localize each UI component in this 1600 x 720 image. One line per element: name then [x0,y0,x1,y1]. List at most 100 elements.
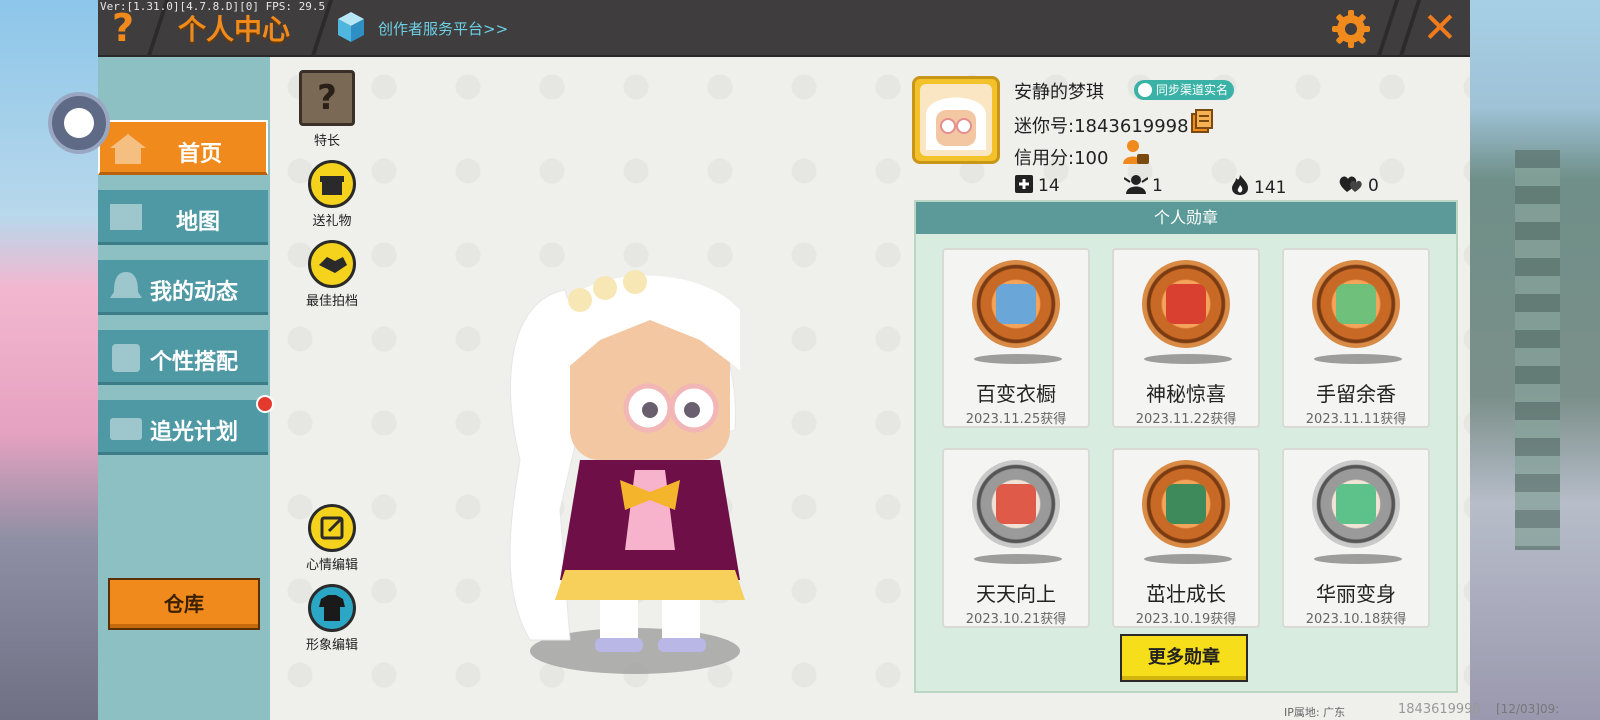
cube-icon[interactable] [336,10,366,44]
medal-badge-icon [1142,260,1230,348]
medal-emblem [1336,484,1376,524]
sync-realname-badge[interactable]: 同步渠道实名 [1134,80,1235,100]
medal-date: 2023.10.19获得 [1135,612,1237,627]
more-medals-button[interactable]: 更多勋章 [1120,634,1248,682]
copy-icon[interactable] [1190,108,1214,134]
creator-platform-link[interactable]: 创作者服务平台>> [378,18,508,39]
plus-square-icon [1015,175,1033,193]
gift-icon [308,160,356,208]
stat-posts: 14 [1014,174,1060,196]
medal-emblem [996,484,1036,524]
sidebar-item-map[interactable]: 地图 [98,190,268,245]
best-partner-button[interactable]: 最佳拍档 [297,240,367,309]
medal-name: 神秘惊喜 [1146,382,1226,406]
medal-emblem [1166,284,1206,324]
flame-icon [1232,175,1248,195]
warehouse-button[interactable]: 仓库 [108,578,260,630]
medal-card[interactable]: 天天向上 2023.10.21获得 [942,448,1090,628]
medal-card[interactable]: 神秘惊喜 2023.11.22获得 [1112,248,1260,428]
outfit-icon [112,344,140,372]
avatar-image [920,84,992,156]
medal-name: 茁壮成长 [1146,582,1226,606]
player-name: 安静的梦琪 [1014,82,1104,103]
sidebar-item-feed[interactable]: 我的动态 [98,260,268,315]
medal-card[interactable]: 华丽变身 2023.10.18获得 [1282,448,1430,628]
camera-icon [110,418,142,440]
medal-date: 2023.11.22获得 [1135,412,1237,427]
medal-name: 天天向上 [976,582,1056,606]
medal-emblem [1336,284,1376,324]
gear-icon[interactable] [1330,8,1372,50]
medal-card[interactable]: 百变衣橱 2023.11.25获得 [942,248,1090,428]
medal-date: 2023.10.21获得 [965,612,1067,627]
sidebar-item-label: 首页 [178,142,223,167]
background-train [1515,150,1560,550]
footer-player-id: 1843619998 [1398,702,1481,717]
map-icon [110,204,142,230]
divider [1398,0,1422,56]
mini-id: 迷你号:1843619998 [1014,116,1189,137]
close-button[interactable]: ✕ [1420,6,1460,50]
stat-popularity: 141 [1230,174,1286,198]
handshake-icon [308,240,356,288]
medal-name: 百变衣橱 [976,382,1056,406]
character-model[interactable] [470,260,760,670]
sidebar-item-label: 个性搭配 [150,350,239,375]
medal-badge-icon [972,460,1060,548]
shirt-icon [308,584,356,632]
medal-badge-icon [972,260,1060,348]
medal-badge-icon [1142,460,1230,548]
divider [1376,0,1400,56]
specialty-label: 特长 [313,134,340,149]
medal-pedestal [1144,354,1232,364]
medal-badge-icon [1312,260,1400,348]
page-title: 个人中心 [178,13,291,46]
medal-name: 手留余香 [1316,382,1396,406]
stat-value: 14 [1038,176,1060,196]
sidebar-item-outfit[interactable]: 个性搭配 [98,330,268,385]
stat-value: 1 [1152,176,1163,196]
stat-fans: 1 [1123,174,1163,196]
question-block-icon: ? [299,70,355,126]
floating-assist-button[interactable] [48,92,110,154]
best-partner-label: 最佳拍档 [305,294,358,309]
specialty-button[interactable]: ? 特长 [292,70,362,149]
medal-emblem [1166,484,1206,524]
mood-edit-label: 心情编辑 [305,558,358,573]
house-icon [110,134,146,164]
medal-pedestal [1314,354,1402,364]
medal-badge-icon [1312,460,1400,548]
avatar-edit-label: 形象编辑 [305,638,358,653]
fans-icon [1123,175,1149,194]
medal-card[interactable]: 手留余香 2023.11.11获得 [1282,248,1430,428]
sidebar-item-label: 我的动态 [150,280,239,305]
medal-date: 2023.11.25获得 [965,412,1067,427]
stat-likes: 0 [1338,174,1379,196]
heart-icon [1339,176,1362,192]
sidebar-item-label: 追光计划 [150,420,239,445]
avatar-edit-button[interactable]: 形象编辑 [297,584,367,653]
sidebar-item-home[interactable]: 首页 [98,120,268,175]
sidebar-item-label: 地图 [176,210,221,235]
footer-time: [12/03]09: [1496,702,1560,716]
sidebar-item-chase-light[interactable]: 追光计划 [98,400,268,455]
stat-value: 0 [1368,176,1379,196]
send-gift-label: 送礼物 [312,214,352,229]
debug-version: Ver:[1.31.0][4.7.8.D][0] FPS: 29.5 [100,0,326,13]
medal-emblem [996,284,1036,324]
bell-icon [110,272,142,298]
medal-pedestal [974,554,1062,564]
medal-pedestal [1144,554,1232,564]
ip-location: IP属地: 广东 [1284,706,1346,719]
avatar[interactable] [912,76,1000,164]
send-gift-button[interactable]: 送礼物 [297,160,367,229]
medal-panel-title: 个人勋章 [916,202,1456,234]
medal-card[interactable]: 茁壮成长 2023.10.19获得 [1112,448,1260,628]
credit-score: 信用分:100 [1014,148,1109,169]
credit-user-icon[interactable] [1122,138,1150,166]
medal-date: 2023.10.18获得 [1305,612,1407,627]
edit-icon [308,504,356,552]
medal-pedestal [974,354,1062,364]
mood-edit-button[interactable]: 心情编辑 [297,504,367,573]
medal-date: 2023.11.11获得 [1305,412,1407,427]
